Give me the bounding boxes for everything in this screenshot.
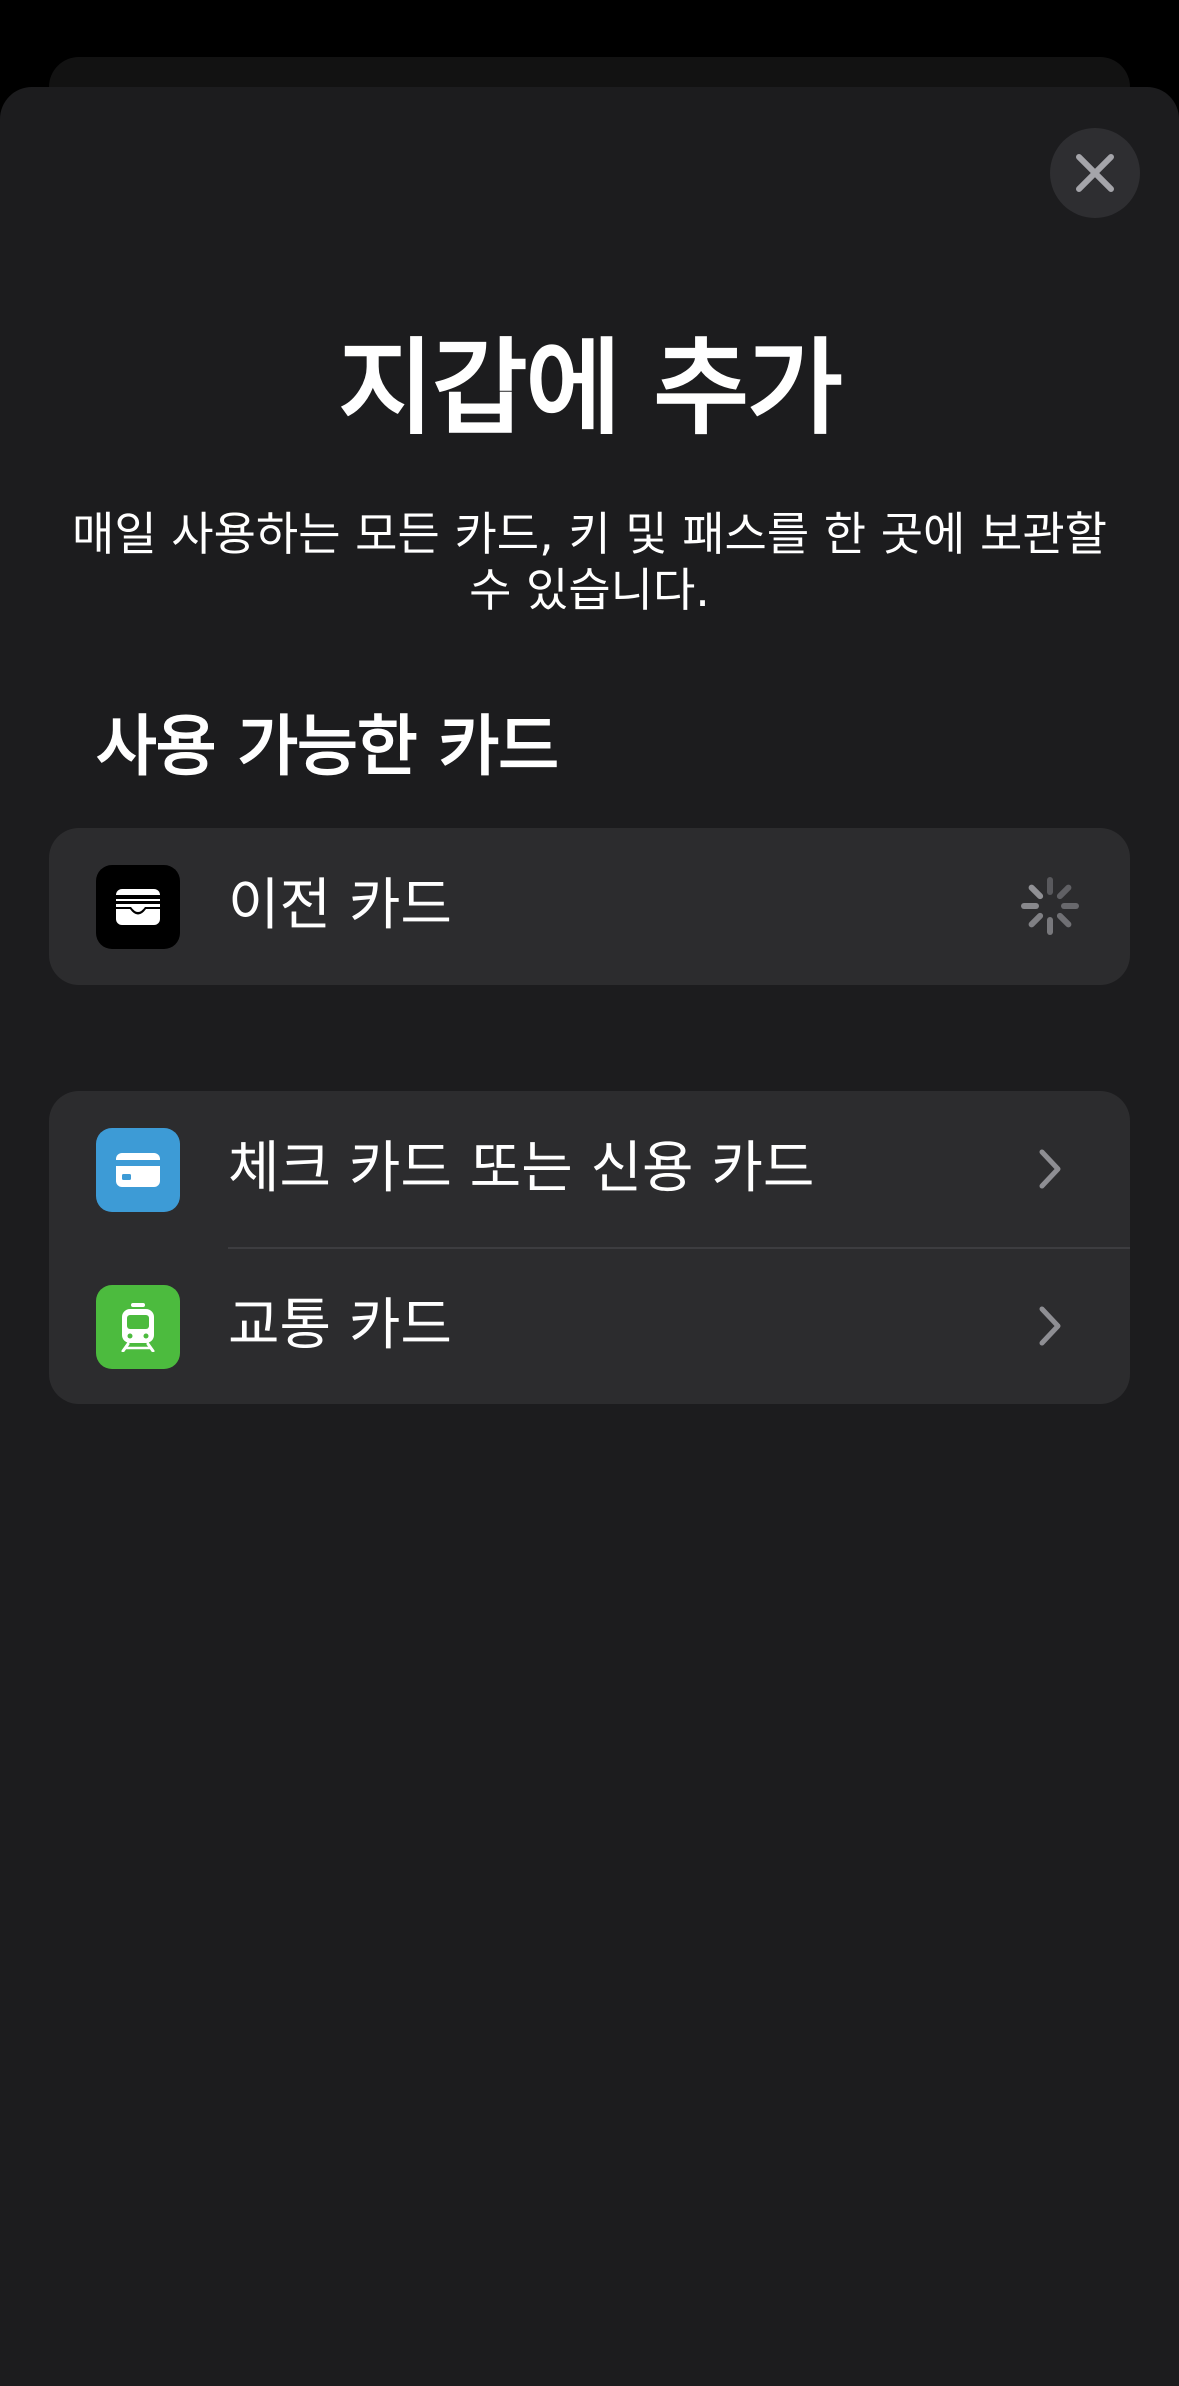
wallet-app-tile: [96, 865, 180, 949]
close-icon: [1076, 154, 1114, 192]
train-icon: [121, 1303, 155, 1352]
list-item-label: 체크 카드 또는 신용 카드: [228, 1136, 815, 1201]
page-subtitle: 매일 사용하는 모든 카드, 키 및 패스를 한 곳에 보관할 수 있습니다.: [72, 507, 1107, 617]
section-header-available-cards: 사용 가능한 카드: [96, 708, 559, 785]
credit-card-tile: [96, 1128, 180, 1212]
list-item-label: 교통 카드: [228, 1293, 452, 1358]
wallet-icon: [116, 889, 160, 925]
chevron-right: [1020, 1296, 1080, 1356]
credit-card-icon: [116, 1153, 160, 1187]
chevron-right-icon: [1039, 1149, 1061, 1189]
list-item-transit-card[interactable]: 교통 카드: [49, 1248, 1130, 1404]
loading-spinner-icon: [1021, 877, 1079, 935]
page-title: 지갑에 추가: [338, 327, 843, 449]
list-item-label: 이전 카드: [228, 873, 452, 938]
chevron-right: [1020, 1139, 1080, 1199]
chevron-right-icon: [1039, 1306, 1061, 1346]
add-card-group: 체크 카드 또는 신용 카드 교통 카드: [49, 1091, 1130, 1404]
close-button[interactable]: [1050, 128, 1140, 218]
available-cards-group: 이전 카드: [49, 828, 1130, 985]
list-item-debit-credit-card[interactable]: 체크 카드 또는 신용 카드: [49, 1091, 1130, 1247]
transit-card-tile: [96, 1285, 180, 1369]
loading-spinner: [1020, 876, 1080, 936]
list-item-previous-cards[interactable]: 이전 카드: [49, 828, 1130, 984]
